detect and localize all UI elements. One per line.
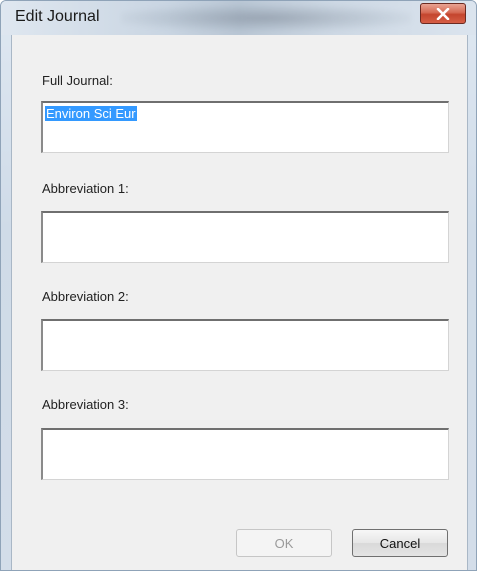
abbreviation-3-label: Abbreviation 3:: [42, 397, 129, 412]
full-journal-value: Environ Sci Eur: [45, 106, 137, 121]
cancel-button[interactable]: Cancel: [352, 529, 448, 557]
title-bar[interactable]: Edit Journal: [1, 1, 476, 35]
abbreviation-1-field[interactable]: [41, 211, 449, 263]
abbreviation-2-field[interactable]: [41, 319, 449, 371]
abbreviation-3-field[interactable]: [41, 428, 449, 480]
ok-button[interactable]: OK: [236, 529, 332, 557]
dialog-body: Full Journal: Environ Sci Eur Abbreviati…: [11, 35, 468, 570]
close-icon: [436, 7, 450, 20]
title-bar-background: [121, 5, 411, 31]
abbreviation-2-label: Abbreviation 2:: [42, 289, 129, 304]
full-journal-label: Full Journal:: [42, 73, 113, 88]
edit-journal-dialog: Edit Journal Full Journal: Environ Sci E…: [0, 0, 477, 571]
close-button[interactable]: [420, 3, 466, 24]
full-journal-field[interactable]: Environ Sci Eur: [41, 101, 449, 153]
dialog-title: Edit Journal: [15, 8, 100, 25]
abbreviation-1-label: Abbreviation 1:: [42, 181, 129, 196]
